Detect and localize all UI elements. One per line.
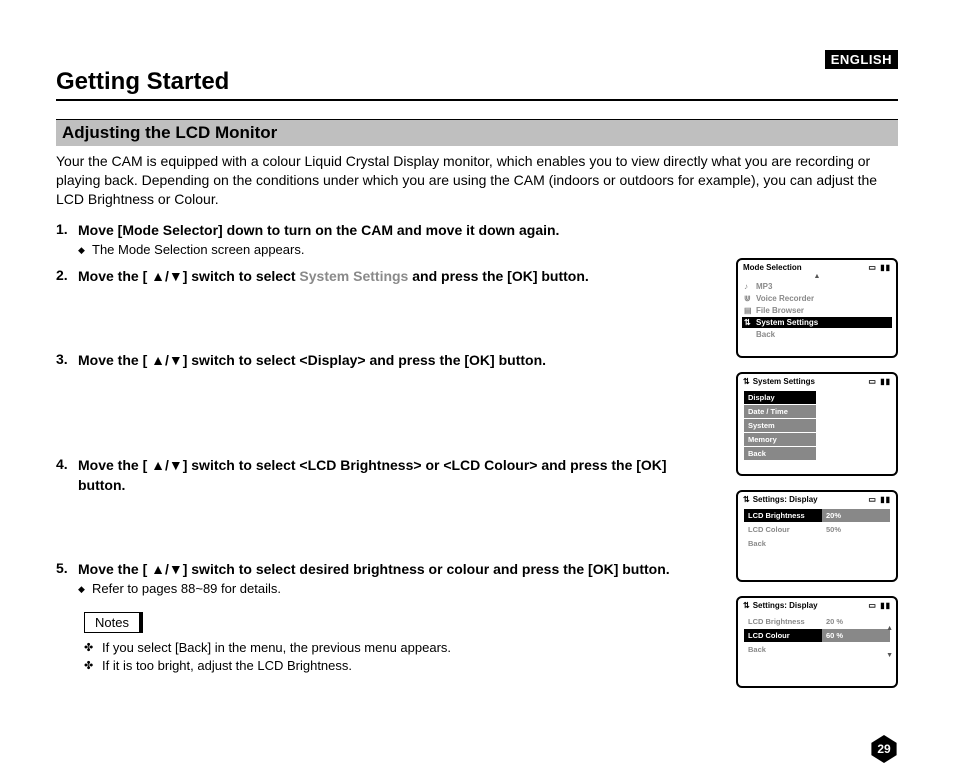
step-subnote: The Mode Selection screen appears. (92, 242, 708, 257)
row-lcd-brightness-label: LCD Brightness (744, 509, 822, 522)
step-subnote: Refer to pages 88~89 for details. (92, 581, 708, 596)
title-text: Settings: Display (753, 601, 818, 610)
screen-mode-selection: 2 Mode Selection ▭ ▮▮ ▲ ♪MP3 ⋓Voice Reco… (736, 258, 898, 358)
status-icons: ▭ ▮▮ (868, 601, 891, 610)
step-instruction: Move the [ ▲/▼] switch to select System … (78, 267, 708, 287)
screen-settings-display-colour: 5 ⇅Settings: Display ▭ ▮▮ LCD Brightness… (736, 596, 898, 688)
notes-label: Notes (84, 612, 143, 633)
mic-icon: ⋓ (744, 294, 756, 303)
note-icon: ♪ (744, 282, 756, 291)
screen-title: ⇅Settings: Display (743, 601, 818, 610)
row-lcd-brightness-value: 20% (822, 509, 890, 522)
title-text: System Settings (753, 377, 815, 386)
step-number: 3. (56, 351, 78, 367)
chevron-down-icon: ▼ (886, 652, 893, 659)
chevron-up-icon: ▲ (886, 625, 893, 632)
language-tag: ENGLISH (825, 50, 898, 69)
row-back: Back (744, 643, 890, 656)
row-lcd-colour-label: LCD Colour (744, 629, 822, 642)
step-instruction: Move the [ ▲/▼] switch to select <LCD Br… (78, 456, 708, 495)
menu-item-display: Display (744, 391, 816, 404)
menu-item-datetime: Date / Time (744, 405, 816, 418)
value-adjust-arrows: ▲▼ (886, 625, 893, 659)
menu-item-memory: Memory (744, 433, 816, 446)
sliders-icon: ⇅ (743, 495, 750, 504)
instr-part-a: Move the [ ▲/▼] switch to select (78, 268, 299, 284)
screen-step-tag: 3 (736, 374, 738, 392)
menu-item-back: Back (742, 329, 892, 340)
screen-title: ⇅System Settings (743, 377, 815, 386)
status-icons: ▭ ▮▮ (868, 377, 891, 386)
title-text: Settings: Display (753, 495, 818, 504)
row-lcd-brightness-label: LCD Brightness (744, 615, 822, 628)
section-heading: Adjusting the LCD Monitor (56, 119, 898, 146)
sliders-icon: ⇅ (744, 318, 756, 327)
status-icons: ▭ ▮▮ (868, 263, 891, 272)
row-back: Back (744, 537, 890, 550)
folder-icon: ▤ (744, 306, 756, 315)
menu-item-voice: ⋓Voice Recorder (742, 293, 892, 304)
status-icons: ▭ ▮▮ (868, 495, 891, 504)
instr-highlight: System Settings (299, 268, 408, 284)
screen-illustrations: 2 Mode Selection ▭ ▮▮ ▲ ♪MP3 ⋓Voice Reco… (718, 258, 898, 702)
screen-system-settings: 3 ⇅System Settings ▭ ▮▮ Display Date / T… (736, 372, 898, 476)
menu-label: MP3 (756, 282, 890, 291)
menu-item-file: ▤File Browser (742, 305, 892, 316)
menu-item-system-settings: ⇅System Settings (742, 317, 892, 328)
screen-title: Mode Selection (743, 263, 802, 272)
sliders-icon: ⇅ (743, 601, 750, 610)
step-instruction: Move the [ ▲/▼] switch to select desired… (78, 560, 708, 580)
menu-label: Voice Recorder (756, 294, 890, 303)
row-lcd-colour-value: 50% (822, 523, 845, 536)
screen-step-tag: 2 (736, 260, 738, 278)
menu-label: File Browser (756, 306, 890, 315)
step-number: 1. (56, 221, 78, 237)
menu-item-mp3: ♪MP3 (742, 281, 892, 292)
instr-part-b: and press the [OK] button. (408, 268, 588, 284)
step-number: 4. (56, 456, 78, 472)
step-number: 5. (56, 560, 78, 576)
step-number: 2. (56, 267, 78, 283)
row-lcd-colour-label: LCD Colour (744, 523, 822, 536)
chapter-title: Getting Started (56, 68, 898, 101)
step-instruction: Move the [ ▲/▼] switch to select <Displa… (78, 351, 708, 371)
sliders-icon: ⇅ (743, 377, 750, 386)
menu-label: System Settings (756, 318, 890, 327)
row-lcd-brightness-value: 20 % (822, 615, 847, 628)
screen-step-tag: 5 (736, 598, 738, 616)
intro-paragraph: Your the CAM is equipped with a colour L… (56, 152, 898, 209)
screen-settings-display-brightness: 4 ⇅Settings: Display ▭ ▮▮ LCD Brightness… (736, 490, 898, 582)
menu-label: Back (756, 330, 890, 339)
screen-title: ⇅Settings: Display (743, 495, 818, 504)
row-lcd-colour-value: 60 % (822, 629, 890, 642)
menu-item-back: Back (744, 447, 816, 460)
scroll-up-icon: ▲ (742, 273, 892, 280)
menu-item-system: System (744, 419, 816, 432)
screen-step-tag: 4 (736, 492, 738, 510)
page-number-badge: 29 (870, 735, 898, 763)
step-instruction: Move [Mode Selector] down to turn on the… (78, 221, 708, 241)
step-1: 1. Move [Mode Selector] down to turn on … (56, 221, 898, 260)
